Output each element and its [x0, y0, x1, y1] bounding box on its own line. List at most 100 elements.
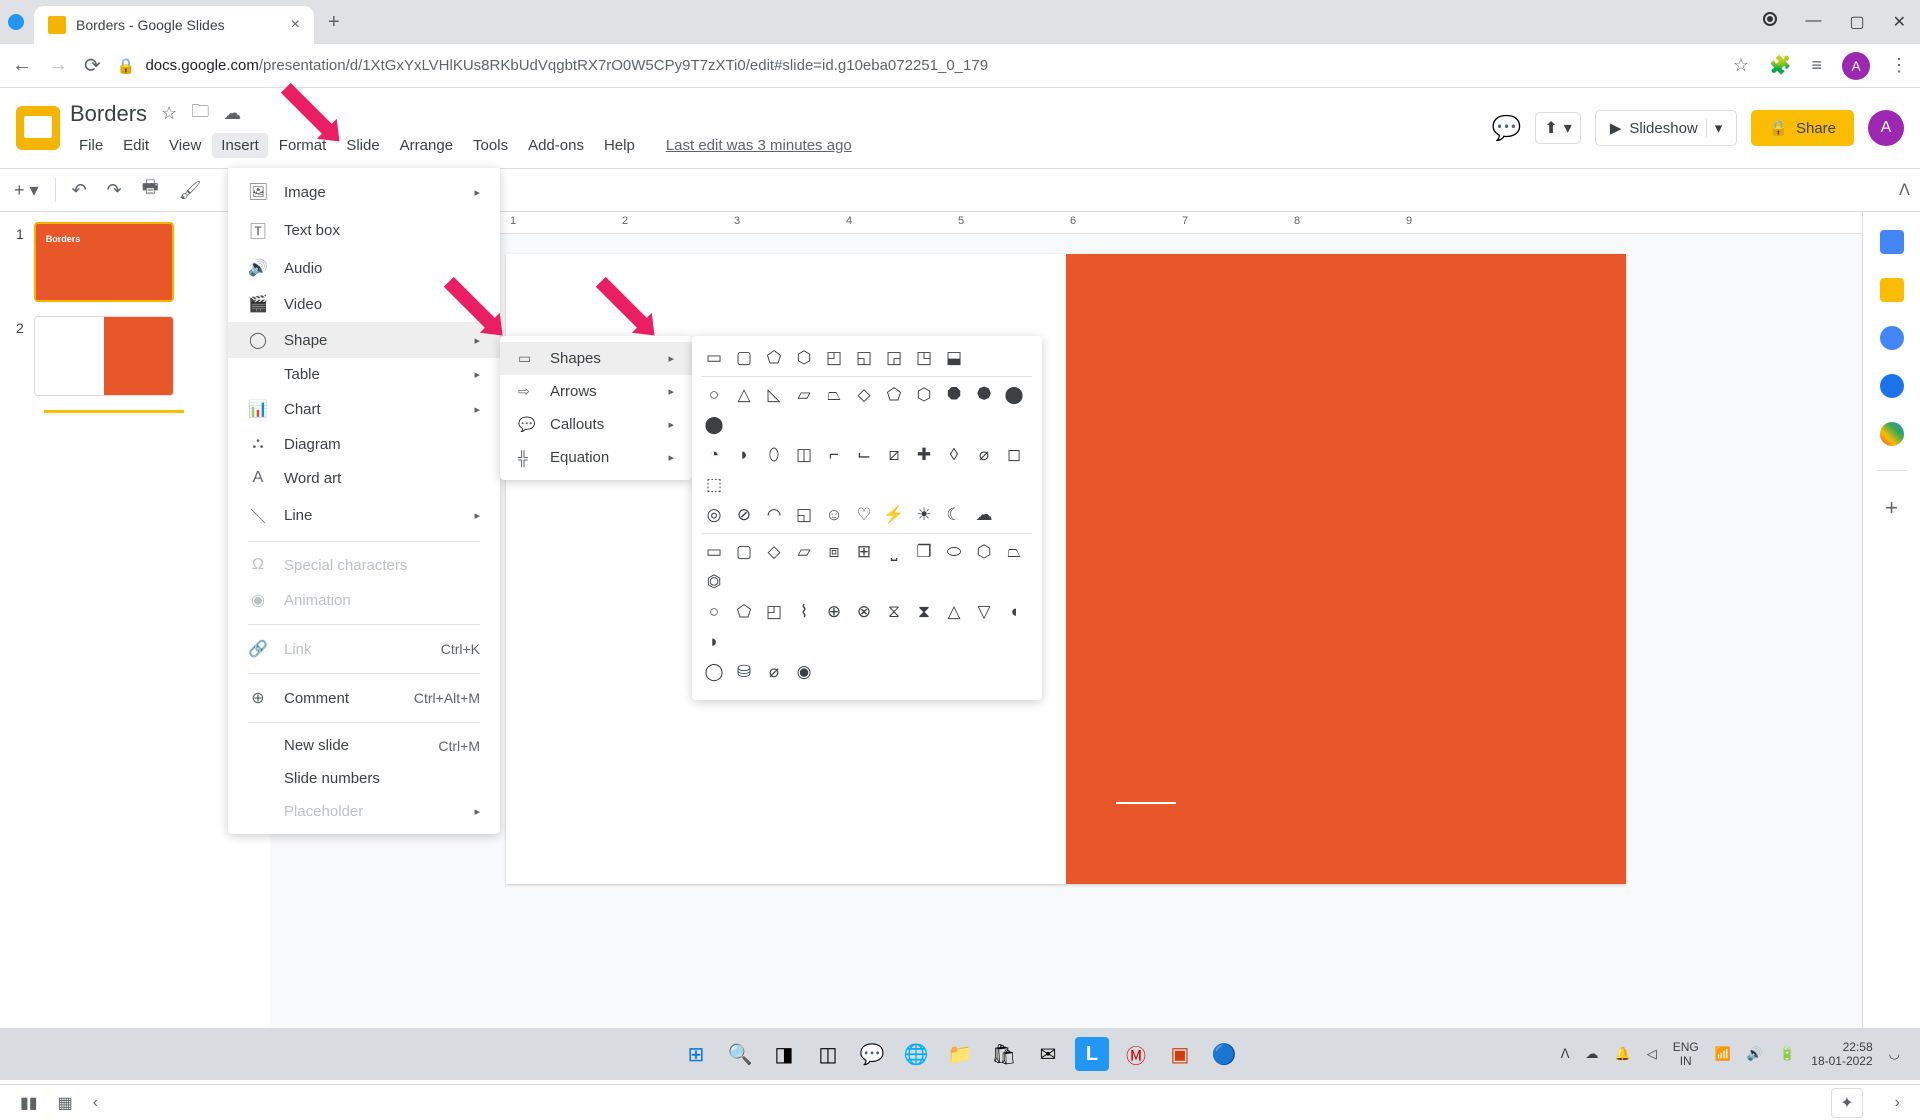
menu-item-diagram[interactable]: ⛬Diagram [228, 427, 500, 461]
shape-flowchart-tape[interactable]: ⌇ [792, 600, 816, 624]
shape-round-diag[interactable]: ◳ [912, 346, 936, 370]
mail-icon[interactable]: ✉ [1031, 1037, 1065, 1071]
notification-icon[interactable]: ◡ [1889, 1046, 1900, 1062]
shape-diagonal[interactable]: ⧄ [882, 443, 906, 467]
shape-can[interactable]: ⌀ [972, 443, 996, 467]
shape-flowchart-delay[interactable]: ◗ [702, 630, 726, 654]
browser-menu-icon[interactable]: ⋮ [1890, 55, 1908, 76]
url-field[interactable]: 🔒 docs.google.com/presentation/d/1XtGxYx… [117, 57, 1717, 75]
shape-pie[interactable]: ◔ [702, 443, 726, 467]
minimize-button[interactable]: — [1805, 12, 1821, 32]
new-tab-button[interactable]: + [314, 11, 354, 34]
widgets-button[interactable]: ◫ [811, 1037, 845, 1071]
slideshow-button[interactable]: ▶ Slideshow ▾ [1595, 110, 1737, 146]
reading-list-icon[interactable]: ≡ [1811, 55, 1822, 76]
shape-sun[interactable]: ☀ [912, 503, 936, 527]
document-title[interactable]: Borders [70, 101, 147, 127]
shape-oval[interactable]: ○ [702, 383, 726, 407]
menu-item-image[interactable]: 🖼Image▸ [228, 174, 500, 210]
shape-block-arc[interactable]: ◠ [762, 503, 786, 527]
onedrive-icon[interactable]: ☁ [1586, 1046, 1599, 1062]
shape-flowchart-stored[interactable]: ◖ [1002, 600, 1026, 624]
office-icon[interactable]: ▣ [1163, 1037, 1197, 1071]
star-icon[interactable]: ☆ [161, 103, 177, 124]
menu-slide[interactable]: Slide [337, 133, 388, 158]
comments-icon[interactable]: 💬 [1492, 114, 1522, 143]
cloud-status-icon[interactable]: ☁ [223, 103, 241, 124]
shape-flowchart-collate[interactable]: ⧖ [882, 600, 906, 624]
extensions-icon[interactable]: 🧩 [1769, 55, 1791, 76]
profile-avatar[interactable]: A [1842, 52, 1870, 80]
slides-logo-icon[interactable] [16, 106, 60, 150]
shape-triangle[interactable]: △ [732, 383, 756, 407]
tab-close-icon[interactable]: × [291, 16, 300, 34]
clock[interactable]: 22:58 18-01-2022 [1811, 1040, 1872, 1069]
shape-flowchart-alt[interactable]: ▢ [732, 540, 756, 564]
shape-bevel[interactable]: ⬚ [702, 473, 726, 497]
shape-flowchart-manual-op[interactable]: ⏣ [702, 570, 726, 594]
shape-cross[interactable]: ✚ [912, 443, 936, 467]
shape-flowchart-merge[interactable]: ▽ [972, 600, 996, 624]
share-button[interactable]: 🔒 Share [1751, 110, 1854, 146]
menu-tools[interactable]: Tools [464, 133, 517, 158]
expand-side-icon[interactable]: › [1895, 1094, 1900, 1112]
close-window-button[interactable]: ✕ [1893, 12, 1906, 32]
shape-snip-diag[interactable]: ◰ [822, 346, 846, 370]
explorer-icon[interactable]: 📁 [943, 1037, 977, 1071]
grid-view-icon[interactable]: ▦ [58, 1093, 73, 1113]
menu-arrange[interactable]: Arrange [391, 133, 462, 158]
shape-flowchart-sort[interactable]: ⧗ [912, 600, 936, 624]
menu-item-textbox[interactable]: 🅃Text box [228, 210, 500, 250]
shape-smiley[interactable]: ☺ [822, 503, 846, 527]
shape-octagon[interactable]: ⯄ [972, 383, 996, 407]
shape-flowchart-extract[interactable]: △ [942, 600, 966, 624]
shape-snip-rect[interactable]: ⬠ [762, 346, 786, 370]
menu-item-slide-numbers[interactable]: Slide numbers [228, 762, 500, 795]
shape-flowchart-junction[interactable]: ⊕ [822, 600, 846, 624]
menu-item-table[interactable]: Table▸ [228, 358, 500, 391]
shape-cube[interactable]: ◻ [1002, 443, 1026, 467]
wifi-icon[interactable]: 📶 [1715, 1046, 1731, 1062]
menu-item-shape[interactable]: ◯Shape▸ [228, 322, 500, 358]
shape-folded-corner[interactable]: ◱ [792, 503, 816, 527]
shape-plaque[interactable]: ◊ [942, 443, 966, 467]
slide-thumbnail-1[interactable]: Borders [34, 222, 174, 302]
shape-pentagon[interactable]: ⬠ [882, 383, 906, 407]
menu-format[interactable]: Format [270, 133, 336, 158]
menu-item-wordart[interactable]: AWord art [228, 461, 500, 495]
chat-button[interactable]: 💬 [855, 1037, 889, 1071]
shape-hexagon[interactable]: ⬡ [912, 383, 936, 407]
chevron-down-icon[interactable]: ▾ [1706, 119, 1723, 137]
forward-button[interactable]: → [48, 54, 68, 77]
shape-donut[interactable]: ◎ [702, 503, 726, 527]
shape-tab[interactable]: ⬓ [942, 346, 966, 370]
edge-icon[interactable]: 🌐 [899, 1037, 933, 1071]
task-view-button[interactable]: ◨ [767, 1037, 801, 1071]
submenu-arrows[interactable]: ⇨Arrows▸ [500, 375, 692, 408]
shape-heptagon[interactable]: ⯃ [942, 383, 966, 407]
shape-flowchart-data[interactable]: ▱ [792, 540, 816, 564]
shape-flowchart-display[interactable]: ◉ [792, 660, 816, 684]
shape-moon[interactable]: ☾ [942, 503, 966, 527]
maximize-button[interactable]: ▢ [1849, 12, 1864, 32]
shape-trapezoid[interactable]: ⏢ [822, 383, 846, 407]
collapse-filmstrip-icon[interactable]: ‹ [93, 1094, 98, 1112]
menu-item-chart[interactable]: 📊Chart▸ [228, 391, 500, 427]
menu-item-audio[interactable]: 🔊Audio [228, 250, 500, 286]
maps-icon[interactable] [1880, 422, 1904, 446]
menu-insert[interactable]: Insert [212, 133, 268, 158]
collapse-toolbar-icon[interactable]: ᐱ [1899, 180, 1910, 200]
shape-flowchart-preparation[interactable]: ⬡ [972, 540, 996, 564]
filmstrip-view-icon[interactable]: ▮▮ [20, 1093, 38, 1113]
explore-button[interactable]: ✦ [1831, 1088, 1862, 1118]
add-addon-button[interactable]: + [1885, 495, 1898, 521]
shape-half-frame[interactable]: ⌐ [822, 443, 846, 467]
shape-flowchart-magnetic-disk[interactable]: ⛁ [732, 660, 756, 684]
shape-flowchart-terminator[interactable]: ⬭ [942, 540, 966, 564]
shape-flowchart-decision[interactable]: ◇ [762, 540, 786, 564]
print-button[interactable]: 🖶 [138, 171, 163, 209]
undo-button[interactable]: ↶ [68, 176, 91, 205]
submenu-equation[interactable]: ╬Equation▸ [500, 441, 692, 474]
menu-file[interactable]: File [70, 133, 112, 158]
start-button[interactable]: ⊞ [679, 1037, 713, 1071]
